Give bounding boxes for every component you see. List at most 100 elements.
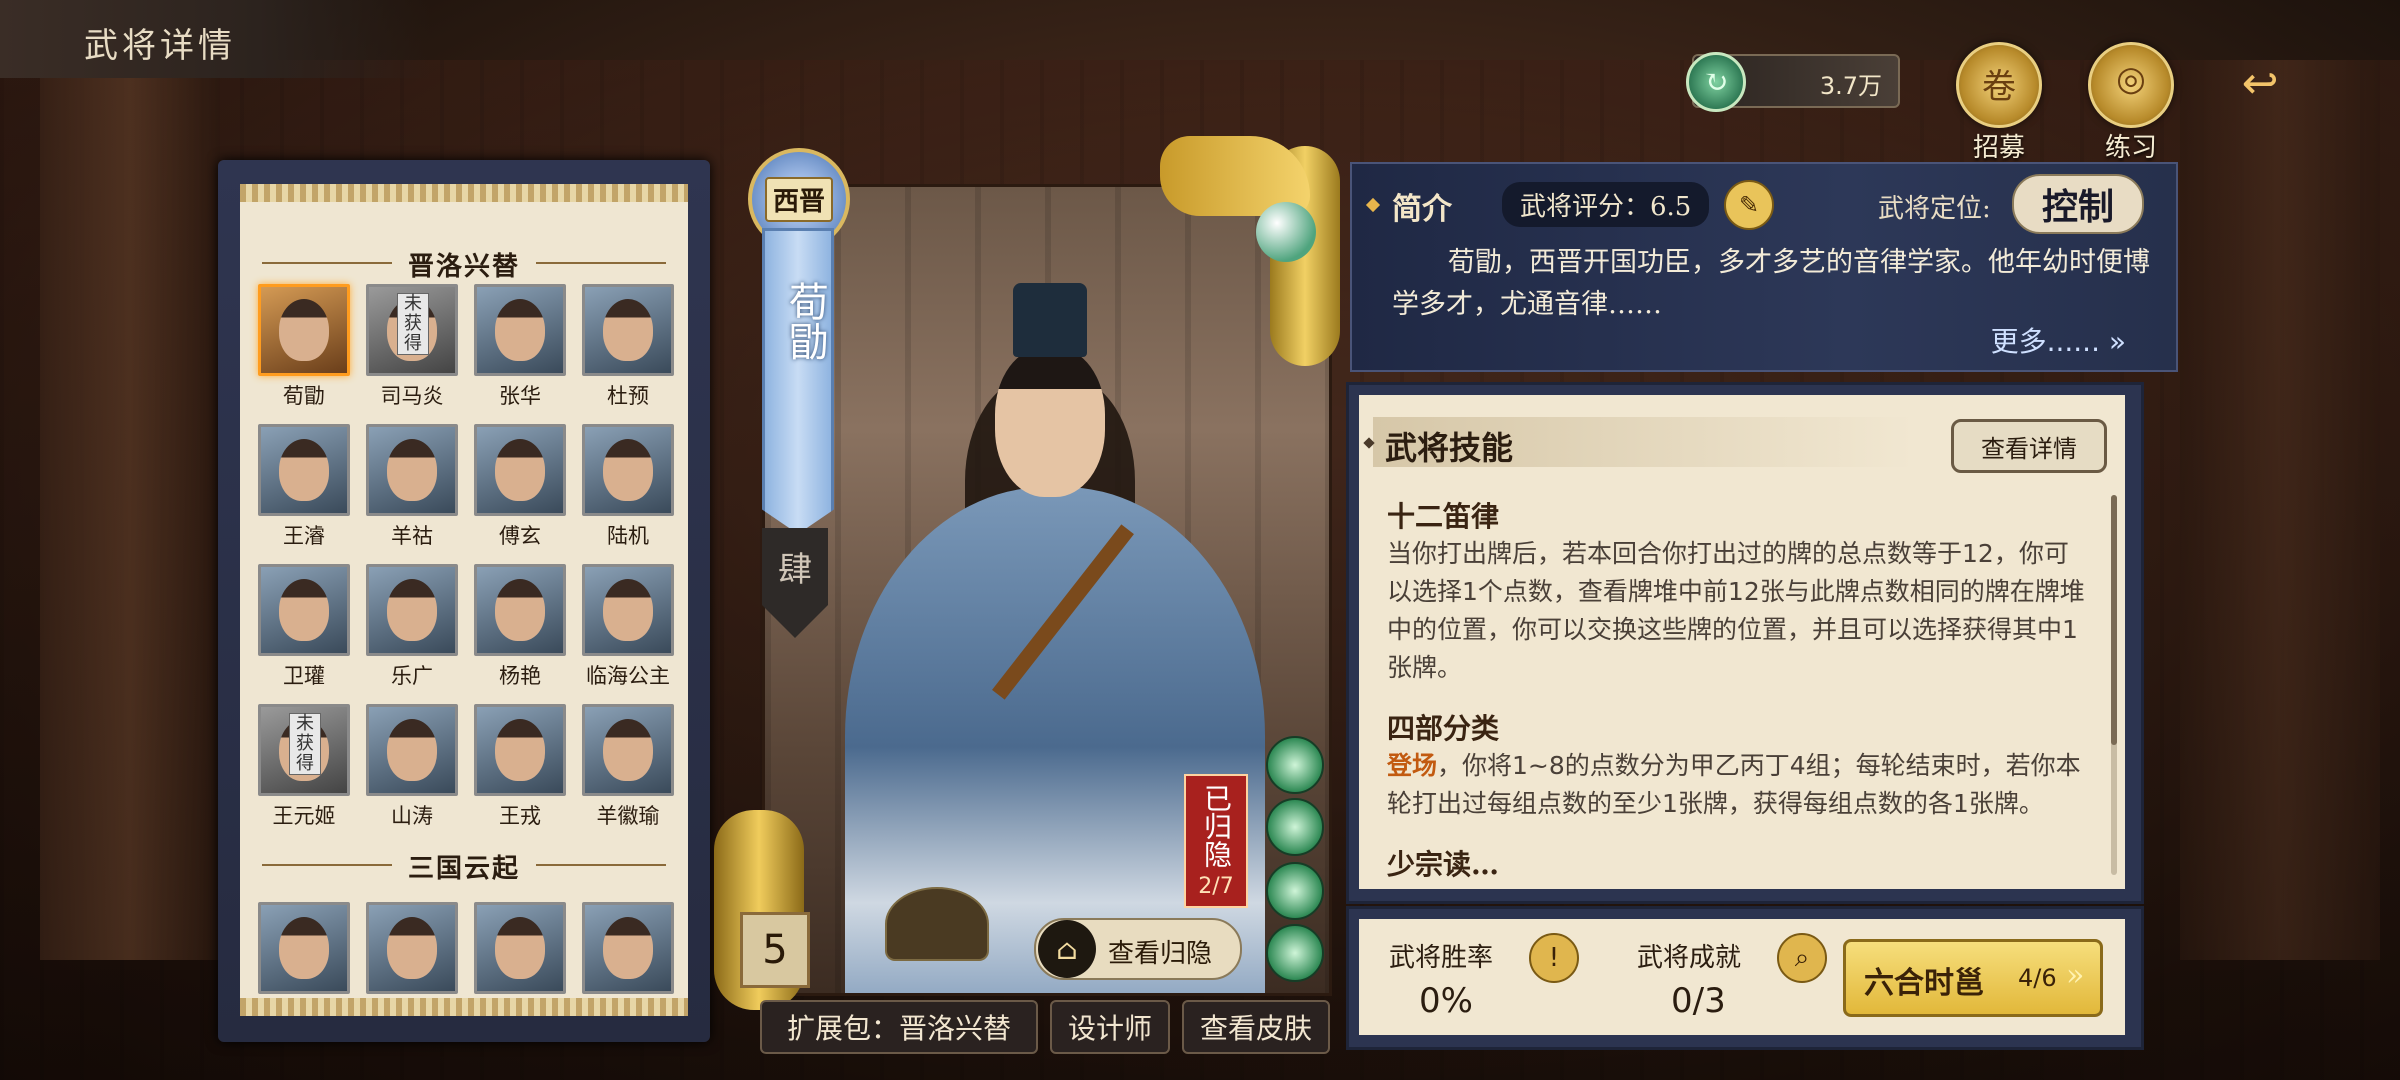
decorative-border xyxy=(240,998,688,1016)
edit-note-icon[interactable]: ✎ xyxy=(1724,180,1774,230)
hero-name: 杨艳 xyxy=(499,664,541,688)
back-arrow-icon: ↩ xyxy=(2241,57,2279,109)
hero-item[interactable]: 羊徽瑜 xyxy=(582,704,674,830)
back-button[interactable]: ↩ xyxy=(2210,57,2310,109)
intro-panel: 简介 武将评分：6.5 ✎ 武将定位: 控制 荀勖，西晋开国功臣，多才多艺的音律… xyxy=(1350,162,2178,372)
hero-portrait xyxy=(474,704,566,796)
hero-item[interactable] xyxy=(474,902,566,994)
diamond-bullet-icon xyxy=(1365,197,1381,213)
hero-name: 傅玄 xyxy=(499,524,541,548)
faction-label: 西晋 xyxy=(764,176,833,222)
hero-name: 山涛 xyxy=(391,804,433,828)
hero-name: 陆机 xyxy=(607,524,649,548)
hero-item[interactable] xyxy=(582,902,674,994)
unowned-tag: 未获得 xyxy=(289,713,321,775)
more-link[interactable]: 更多...... » xyxy=(1991,320,2126,360)
hero-portrait xyxy=(258,564,350,656)
chevron-right-icon: » xyxy=(2066,958,2085,993)
hero-cost: 5 xyxy=(740,912,810,988)
skills-scroll[interactable]: 武将技能 查看详情 十二笛律 当你打出牌后，若本回合你打出过的牌的总点数等于12… xyxy=(1359,395,2125,889)
skills-title: 武将技能 xyxy=(1385,429,1514,467)
hero-list-scroll[interactable]: 晋洛兴替 荀勖 未获得 司马炎 张华 杜预 王濬 羊祜 傅玄 陆机 卫瓘 乐广 … xyxy=(240,184,688,1016)
expansion-button[interactable]: 扩展包：晋洛兴替 xyxy=(760,1000,1038,1054)
hero-portrait xyxy=(582,704,674,796)
win-rate-label: 武将胜率 xyxy=(1389,943,1494,973)
hero-item[interactable] xyxy=(258,902,350,994)
hero-portrait xyxy=(258,902,350,994)
hero-portrait xyxy=(582,564,674,656)
hero-hat xyxy=(1013,283,1087,357)
hero-name: 乐广 xyxy=(391,664,433,688)
skills-content: 十二笛律 当你打出牌后，若本回合你打出过的牌的总点数等于12，你可以选择1个点数… xyxy=(1387,491,2093,883)
hero-name: 司马炎 xyxy=(380,384,444,408)
hero-item[interactable]: 乐广 xyxy=(366,564,458,690)
hero-item[interactable]: 王濬 xyxy=(258,424,350,550)
view-retire-button[interactable]: ⌂ 查看归隐 xyxy=(1034,918,1242,980)
hero-name: 临海公主 xyxy=(586,664,670,688)
hero-name: 卫瓘 xyxy=(283,664,325,688)
designer-button[interactable]: 设计师 xyxy=(1050,1000,1170,1054)
hero-item[interactable]: 杨艳 xyxy=(474,564,566,690)
scrollbar[interactable] xyxy=(2111,495,2117,875)
group-title: 晋洛兴替 xyxy=(240,246,688,283)
sixhe-count: 4/6 xyxy=(2018,964,2057,992)
recruit-button[interactable]: 卷 招募 xyxy=(1956,42,2042,163)
hero-portrait xyxy=(474,424,566,516)
hero-portrait xyxy=(366,902,458,994)
hero-name: 羊徽瑜 xyxy=(596,804,660,828)
stats-inner: 武将胜率 ! 0% 武将成就 ⌕ 0/3 六合时邕 4/6 » xyxy=(1359,919,2125,1035)
jade-token-icon xyxy=(1266,924,1324,982)
hero-name: 羊祜 xyxy=(391,524,433,548)
hero-portrait xyxy=(366,704,458,796)
stats-panel: 武将胜率 ! 0% 武将成就 ⌕ 0/3 六合时邕 4/6 » xyxy=(1346,906,2144,1050)
achievement-label: 武将成就 xyxy=(1637,943,1742,973)
hero-portrait xyxy=(582,902,674,994)
hero-item[interactable]: 未获得 王元姬 xyxy=(258,704,350,830)
hero-item[interactable]: 荀勖 xyxy=(258,284,350,410)
hero-item[interactable]: 张华 xyxy=(474,284,566,410)
hero-name: 王元姬 xyxy=(272,804,336,828)
hero-portrait: 未获得 xyxy=(366,284,458,376)
unowned-tag: 未获得 xyxy=(397,293,429,355)
practice-button[interactable]: ◎ 练习 xyxy=(2088,42,2174,163)
hero-portrait xyxy=(582,284,674,376)
hero-item[interactable]: 王戎 xyxy=(474,704,566,830)
intro-description: 荀勖，西晋开国功臣，多才多艺的音律学家。他年幼时便博学多才，尤通音律…… xyxy=(1392,247,2150,320)
hero-portrait: 未获得 xyxy=(258,704,350,796)
jade-token-icon xyxy=(1266,862,1324,920)
view-retire-label: 查看归隐 xyxy=(1108,939,1213,969)
currency-display[interactable]: ↻ 3.7万 xyxy=(1686,52,1900,112)
hero-item[interactable]: 山涛 xyxy=(366,704,458,830)
hero-item[interactable]: 杜预 xyxy=(582,284,674,410)
currency-value: 3.7万 xyxy=(1819,72,1882,100)
sixhe-button[interactable]: 六合时邕 4/6 » xyxy=(1843,939,2103,1017)
retired-count: 2/7 xyxy=(1198,874,1234,899)
magnifier-icon[interactable]: ⌕ xyxy=(1777,933,1827,983)
view-skins-button[interactable]: 查看皮肤 xyxy=(1182,1000,1330,1054)
hero-portrait xyxy=(474,284,566,376)
hero-item[interactable]: 未获得 司马炎 xyxy=(366,284,458,410)
jade-coin-icon: ↻ xyxy=(1686,52,1746,112)
retired-badge: 已归隐 2/7 xyxy=(1184,774,1248,908)
win-rate-value: 0% xyxy=(1419,981,1473,1021)
hero-item[interactable]: 陆机 xyxy=(582,424,674,550)
skill-description-text: ，你将1~8的点数分为甲乙丙丁4组；每轮结束时，若你本轮打出过每组点数的至少1张… xyxy=(1387,751,2081,818)
view-details-button[interactable]: 查看详情 xyxy=(1951,419,2107,473)
hero-name: 荀勖 xyxy=(283,384,325,408)
hero-item[interactable]: 羊祜 xyxy=(366,424,458,550)
hero-portrait xyxy=(474,564,566,656)
skill-name: 四部分类 xyxy=(1387,712,1500,745)
hero-item[interactable]: 临海公主 xyxy=(582,564,674,690)
hero-item[interactable]: 卫瓘 xyxy=(258,564,350,690)
hero-item[interactable] xyxy=(366,902,458,994)
hero-list-panel[interactable]: 晋洛兴替 荀勖 未获得 司马炎 张华 杜预 王濬 羊祜 傅玄 陆机 卫瓘 乐广 … xyxy=(218,160,710,1042)
hero-name: 王濬 xyxy=(283,524,325,548)
hero-name: 杜预 xyxy=(607,384,649,408)
scrollbar-thumb[interactable] xyxy=(2111,495,2117,745)
hero-item[interactable]: 傅玄 xyxy=(474,424,566,550)
group-title: 三国云起 xyxy=(240,848,688,885)
exclamation-icon[interactable]: ! xyxy=(1529,933,1579,983)
skill-name: 少宗读… xyxy=(1387,848,1500,881)
hero-portrait xyxy=(366,564,458,656)
background-pillar xyxy=(40,60,220,960)
